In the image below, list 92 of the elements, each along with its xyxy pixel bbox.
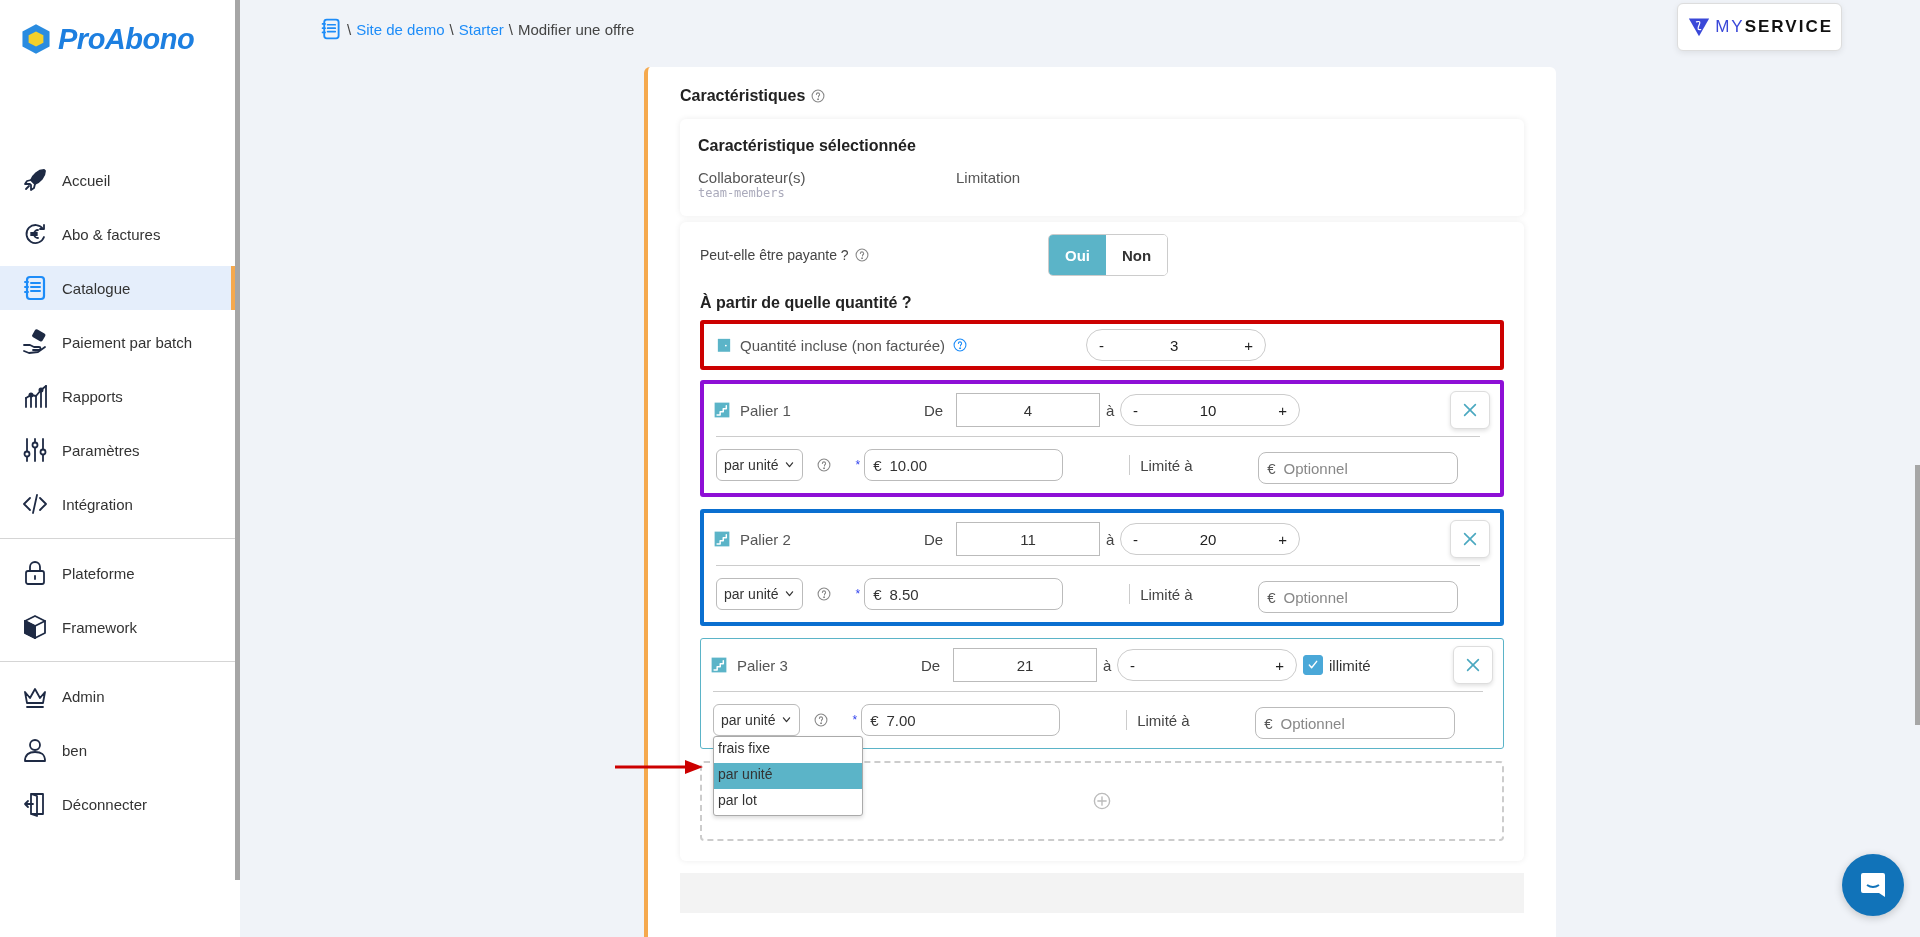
- close-icon: [1463, 403, 1477, 417]
- from-field[interactable]: 21: [953, 648, 1097, 682]
- nav-item[interactable]: Admin: [0, 674, 235, 718]
- stairs-icon: [714, 402, 730, 418]
- nav-item[interactable]: Catalogue: [0, 266, 235, 310]
- pricing-select[interactable]: par unité: [716, 449, 804, 481]
- nav-item[interactable]: Paiement par batch: [0, 320, 235, 364]
- chat-button[interactable]: [1842, 854, 1904, 916]
- nav-item[interactable]: Plateforme: [0, 551, 235, 595]
- nav-item[interactable]: Paramètres: [0, 428, 235, 472]
- field-label: De: [921, 656, 942, 674]
- chevron-down-icon: [784, 590, 796, 598]
- nav-item[interactable]: ben: [0, 728, 235, 772]
- panel-title: Caractéristique sélectionnée: [698, 137, 917, 155]
- feature-name: Collaborateur(s): [698, 169, 807, 186]
- stairs-icon: [714, 531, 730, 547]
- help-icon: [811, 89, 826, 103]
- field-label: à: [1106, 530, 1116, 548]
- nav-item[interactable]: Abo & factures: [0, 212, 235, 256]
- stairs-icon: [711, 657, 727, 673]
- nav-item[interactable]: Déconnecter: [0, 782, 235, 826]
- close-icon: [1463, 532, 1477, 546]
- feature-type: Limitation: [956, 169, 1021, 188]
- from-field[interactable]: 11: [956, 522, 1100, 556]
- chart-icon: [22, 383, 48, 409]
- help-icon: [814, 713, 829, 727]
- nav-item[interactable]: Intégration: [0, 482, 235, 526]
- scrollbar[interactable]: [235, 0, 240, 880]
- breadcrumb-separator: \: [347, 20, 352, 38]
- nav-item[interactable]: Accueil: [0, 158, 235, 202]
- field-label: Limité à: [1137, 711, 1191, 729]
- cube-icon: [22, 614, 48, 640]
- breadcrumb-separator: \: [449, 20, 454, 38]
- section-title: Caractéristiques: [680, 87, 806, 105]
- field-label: à: [1106, 401, 1116, 419]
- chevron-down-icon: [781, 716, 793, 724]
- field-label: De: [924, 401, 945, 419]
- hand-money-icon: [22, 329, 48, 355]
- required-mark: *: [852, 713, 858, 727]
- checkbox-label: illimité: [1329, 656, 1371, 674]
- close-button[interactable]: [1450, 391, 1490, 429]
- dropdown-option[interactable]: frais fixe: [714, 737, 862, 763]
- checkbox[interactable]: [1303, 655, 1323, 675]
- price-field[interactable]: € 10.00: [864, 449, 1064, 481]
- field-label: Quantité incluse (non facturée): [740, 336, 946, 354]
- tier-label: Palier 3: [737, 656, 788, 674]
- chat-icon: [1858, 870, 1888, 900]
- close-icon: [1466, 658, 1480, 672]
- help-icon: [854, 248, 869, 262]
- logo-text: ProAbono: [58, 22, 195, 56]
- breadcrumb-current: Modifier une offre: [517, 20, 635, 38]
- price-field[interactable]: € 7.00: [861, 704, 1061, 736]
- check-icon: [1307, 659, 1319, 671]
- price-field[interactable]: € 8.50: [864, 578, 1064, 610]
- field-label: De: [924, 530, 945, 548]
- field-label: Peut-elle être payante ?: [700, 247, 849, 263]
- help-icon: [953, 338, 968, 352]
- nav-item[interactable]: Rapports: [0, 374, 235, 418]
- nav-item[interactable]: Framework: [0, 605, 235, 649]
- tier-label: Palier 1: [740, 401, 791, 419]
- notebook-icon: [22, 275, 48, 301]
- add-icon: [1093, 792, 1111, 810]
- padlock-icon: [22, 560, 48, 586]
- help-icon: [817, 458, 832, 472]
- dropdown-option[interactable]: par lot: [714, 789, 862, 815]
- pricing-select[interactable]: par unité: [716, 578, 804, 610]
- limit-field[interactable]: € Optionnel: [1258, 452, 1459, 484]
- field-label: à: [1103, 656, 1113, 674]
- close-button[interactable]: [1453, 646, 1493, 684]
- required-mark: *: [855, 587, 861, 601]
- chevron-down-icon: [784, 461, 796, 469]
- scrollbar[interactable]: [1915, 465, 1920, 725]
- required-mark: *: [855, 458, 861, 472]
- door-icon: [716, 336, 732, 354]
- limit-field[interactable]: € Optionnel: [1258, 581, 1459, 613]
- field-label: Limité à: [1140, 585, 1194, 603]
- feature-code: team-members: [698, 186, 785, 200]
- rocket-icon: [22, 167, 48, 193]
- dropdown-option[interactable]: par unité: [714, 763, 862, 789]
- sliders-icon: [22, 437, 48, 463]
- breadcrumb-separator: \: [508, 20, 513, 38]
- add-tier-area[interactable]: [700, 761, 1504, 841]
- tier-label: Palier 2: [740, 530, 791, 548]
- section-heading: À partir de quelle quantité ?: [700, 294, 913, 312]
- user-icon: [22, 737, 48, 763]
- close-button[interactable]: [1450, 520, 1490, 558]
- code-icon: [22, 491, 48, 517]
- field-label: Limité à: [1140, 456, 1194, 474]
- logo-text: MYSERVICE: [1715, 17, 1833, 37]
- help-icon: [817, 587, 832, 601]
- limit-field[interactable]: € Optionnel: [1255, 707, 1456, 739]
- from-field[interactable]: 4: [956, 393, 1100, 427]
